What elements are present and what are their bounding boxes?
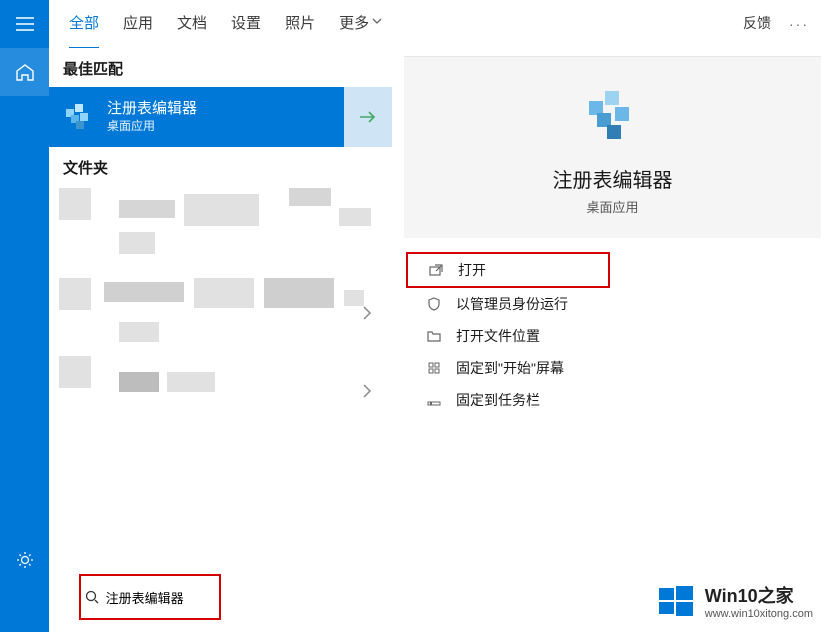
regedit-icon [63, 101, 95, 133]
search-icon [81, 590, 104, 604]
open-icon [428, 263, 444, 277]
tab-more[interactable]: 更多 [339, 0, 383, 50]
shield-icon [426, 297, 442, 311]
watermark-title: Win10之家 [705, 582, 813, 608]
home-button[interactable] [0, 48, 49, 96]
settings-button[interactable] [0, 536, 49, 584]
preview-title: 注册表编辑器 [553, 164, 673, 193]
action-run-admin[interactable]: 以管理员身份运行 [404, 288, 821, 320]
pin-taskbar-icon [426, 393, 442, 407]
results-pane: 最佳匹配 注册表编辑器 桌面应用 [49, 48, 392, 632]
folder-results [49, 186, 392, 416]
chevron-right-icon [362, 306, 372, 320]
overflow-button[interactable]: ··· [789, 16, 809, 32]
hamburger-icon [16, 17, 34, 31]
windows-logo-icon [657, 582, 695, 620]
best-match-row[interactable]: 注册表编辑器 桌面应用 [49, 87, 392, 147]
action-pin-start[interactable]: 固定到"开始"屏幕 [404, 352, 821, 384]
best-match-title: 注册表编辑器 [107, 99, 197, 119]
preview-card: 注册表编辑器 桌面应用 [404, 56, 821, 238]
action-pin-taskbar[interactable]: 固定到任务栏 [404, 384, 821, 416]
search-input[interactable] [104, 589, 219, 606]
search-bar[interactable] [79, 574, 221, 620]
preview-subtitle: 桌面应用 [586, 197, 638, 216]
folder-icon [426, 329, 442, 343]
section-best-match: 最佳匹配 [49, 48, 392, 87]
action-open-location-label: 打开文件位置 [456, 326, 540, 346]
tabs-bar: 全部 应用 文档 设置 照片 更多 反馈 ··· [49, 0, 829, 48]
actions-list: 打开 以管理员身份运行 打开文件位置 [404, 252, 821, 416]
chevron-down-icon [371, 14, 383, 31]
feedback-button[interactable]: 反馈 [743, 0, 771, 50]
watermark-url: www.win10xitong.com [705, 608, 813, 620]
action-run-admin-label: 以管理员身份运行 [456, 294, 568, 314]
menu-button[interactable] [0, 0, 49, 48]
action-open-label: 打开 [458, 260, 486, 280]
action-open-location[interactable]: 打开文件位置 [404, 320, 821, 352]
action-pin-taskbar-label: 固定到任务栏 [456, 390, 540, 410]
action-open[interactable]: 打开 [406, 252, 610, 288]
best-match-expand[interactable] [344, 87, 392, 147]
tab-settings[interactable]: 设置 [231, 0, 261, 50]
tab-apps[interactable]: 应用 [123, 0, 153, 50]
watermark: Win10之家 www.win10xitong.com [649, 578, 821, 624]
home-icon [15, 62, 35, 82]
tab-docs[interactable]: 文档 [177, 0, 207, 50]
section-folders: 文件夹 [49, 147, 392, 186]
arrow-right-icon [359, 110, 377, 124]
action-pin-start-label: 固定到"开始"屏幕 [456, 358, 564, 378]
folder-row-expand-2[interactable] [352, 376, 382, 406]
folder-row-expand-1[interactable] [352, 298, 382, 328]
tab-more-label: 更多 [339, 12, 369, 33]
pin-start-icon [426, 361, 442, 375]
preview-pane: 注册表编辑器 桌面应用 打开 以管理员身份运行 [392, 48, 829, 632]
tab-all[interactable]: 全部 [69, 0, 99, 50]
regedit-large-icon [583, 85, 643, 148]
best-match-subtitle: 桌面应用 [107, 119, 197, 135]
tab-photos[interactable]: 照片 [285, 0, 315, 50]
sidebar [0, 0, 49, 632]
gear-icon [16, 551, 34, 569]
chevron-right-icon [362, 384, 372, 398]
